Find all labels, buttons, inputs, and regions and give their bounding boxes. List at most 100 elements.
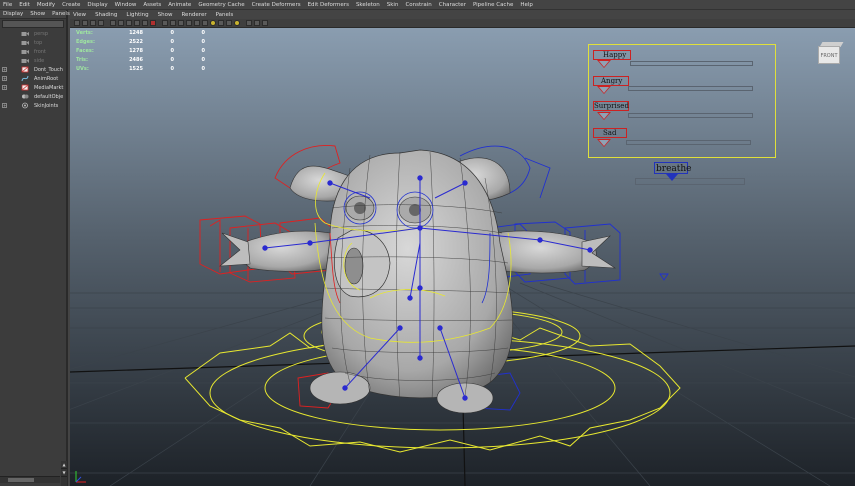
set-icon (21, 93, 29, 100)
view-cube[interactable]: FRONT (816, 42, 844, 66)
menu-item[interactable]: Edit Deformers (308, 2, 349, 8)
hud-row: Verts: 1248 0 0 (76, 28, 205, 37)
outliner-node[interactable]: defaultObje (0, 92, 66, 101)
safe-action-icon[interactable] (150, 20, 156, 26)
hud-row: UVs: 1525 0 0 (76, 64, 205, 73)
outliner-node-label: MediaMarkt (34, 84, 64, 91)
hud-value: 0 (201, 47, 205, 54)
isolate-select-icon[interactable] (246, 20, 252, 26)
menu-item[interactable]: Character (439, 2, 466, 8)
select-camera-icon[interactable] (74, 20, 80, 26)
outliner-node[interactable]: + AnimRoot (0, 74, 66, 83)
breathe-slider[interactable] (635, 178, 745, 185)
ambient-occlusion-icon[interactable] (218, 20, 224, 26)
viewport-menubar: View Shading Lighting Show Renderer Panels (70, 10, 855, 19)
outliner-vertical-scrollbar[interactable]: ▲ ▼ (61, 461, 67, 486)
hud-value: 0 (170, 47, 174, 54)
hud-value: 0 (170, 38, 174, 45)
perspective-viewport[interactable]: Verts: 1248 0 0 Edges: 2522 0 0 Faces: 1278 0 0 Tris… (70, 28, 855, 486)
menu-item[interactable]: Window (115, 2, 137, 8)
viewport-menu-item[interactable]: Lighting (126, 12, 148, 18)
hud-label: Tris: (76, 56, 89, 63)
outliner-node[interactable]: + SkinJoints (0, 101, 66, 110)
shadows-icon[interactable] (202, 20, 208, 26)
angry-arrow-icon[interactable] (597, 86, 611, 94)
expand-plus-icon[interactable]: + (2, 103, 7, 108)
menu-item[interactable]: Assets (143, 2, 161, 8)
outliner-menu-item[interactable]: Display (3, 11, 23, 17)
field-chart-icon[interactable] (142, 20, 148, 26)
image-plane-icon[interactable] (98, 20, 104, 26)
outliner-node[interactable]: + MediaMarkt (0, 83, 66, 92)
menu-item[interactable]: Pipeline Cache (473, 2, 513, 8)
gate-mask-icon[interactable] (134, 20, 140, 26)
outliner-node[interactable]: side (0, 56, 66, 65)
expand-plus-icon[interactable]: + (2, 85, 7, 90)
camera-icon (21, 39, 29, 46)
antialias-icon[interactable] (226, 20, 232, 26)
xray-icon[interactable] (254, 20, 260, 26)
outliner-menubar: Display Show Panels (0, 10, 70, 19)
smooth-shade-icon[interactable] (170, 20, 176, 26)
menu-item[interactable]: Geometry Cache (198, 2, 244, 8)
wireframe-on-shaded-icon[interactable] (178, 20, 184, 26)
menu-item[interactable]: Edit (19, 2, 30, 8)
menu-item[interactable]: Create Deformers (252, 2, 301, 8)
surprised-slider[interactable] (628, 113, 753, 118)
sad-arrow-icon[interactable] (597, 139, 611, 147)
outliner-horizontal-scrollbar[interactable] (0, 476, 60, 483)
expand-plus-icon[interactable]: + (2, 76, 7, 81)
menu-item[interactable]: File (3, 2, 12, 8)
outliner-menu-item[interactable]: Show (30, 11, 45, 17)
poly-count-hud: Verts: 1248 0 0 Edges: 2522 0 0 Faces: 1278 0 0 Tris… (76, 28, 205, 73)
xray-joints-icon[interactable] (262, 20, 268, 26)
outliner-node[interactable]: persp (0, 29, 66, 38)
textured-icon[interactable] (186, 20, 192, 26)
outliner-filter-field[interactable] (2, 20, 64, 28)
viewport-toolbar (70, 19, 855, 28)
group-icon (21, 66, 29, 73)
menu-item[interactable]: Create (62, 2, 80, 8)
viewport-menu-item[interactable]: View (73, 12, 86, 18)
motion-blur-icon[interactable] (234, 20, 240, 26)
menu-item[interactable]: Display (87, 2, 107, 8)
happy-arrow-icon[interactable] (597, 60, 611, 68)
default-lighting-icon[interactable] (194, 20, 200, 26)
viewport-menu-item[interactable]: Show (158, 12, 173, 18)
happy-slider[interactable] (630, 61, 753, 66)
camera-icon (21, 57, 29, 64)
film-gate-icon[interactable] (118, 20, 124, 26)
outliner-node[interactable]: front (0, 47, 66, 56)
angry-slider[interactable] (628, 86, 753, 91)
lock-camera-icon[interactable] (82, 20, 88, 26)
use-all-lights-icon[interactable] (210, 20, 216, 26)
breathe-arrow-icon[interactable] (666, 174, 678, 181)
menu-item[interactable]: Modify (37, 2, 55, 8)
outliner-node[interactable]: top (0, 38, 66, 47)
outliner-menu-item[interactable]: Panels (52, 11, 70, 17)
viewport-menu-item[interactable]: Shading (95, 12, 117, 18)
grid-icon[interactable] (110, 20, 116, 26)
menu-item[interactable]: Constrain (405, 2, 431, 8)
scrollbar-thumb[interactable] (8, 478, 34, 482)
view-cube-front-face[interactable]: FRONT (818, 46, 840, 64)
wireframe-icon[interactable] (162, 20, 168, 26)
outliner-node-label: SkinJoints (34, 102, 59, 109)
viewport-menu-item[interactable]: Renderer (181, 12, 206, 18)
menu-item[interactable]: Skeleton (356, 2, 380, 8)
hud-label: Verts: (76, 29, 93, 36)
surprised-arrow-icon[interactable] (597, 112, 611, 120)
outliner-node-label: Dont_Touch (34, 66, 63, 73)
scroll-up-arrow-icon[interactable]: ▲ (61, 461, 67, 469)
bookmark-icon[interactable] (90, 20, 96, 26)
resolution-gate-icon[interactable] (126, 20, 132, 26)
expand-plus-icon[interactable]: + (2, 67, 7, 72)
scroll-down-arrow-icon[interactable]: ▼ (61, 469, 67, 477)
outliner-node[interactable]: + Dont_Touch (0, 65, 66, 74)
viewport-menu-item[interactable]: Panels (216, 12, 234, 18)
menu-item[interactable]: Animate (168, 2, 191, 8)
menu-item[interactable]: Help (520, 2, 533, 8)
hud-value: 2486 (129, 56, 143, 63)
sad-slider[interactable] (626, 140, 751, 145)
menu-item[interactable]: Skin (387, 2, 399, 8)
